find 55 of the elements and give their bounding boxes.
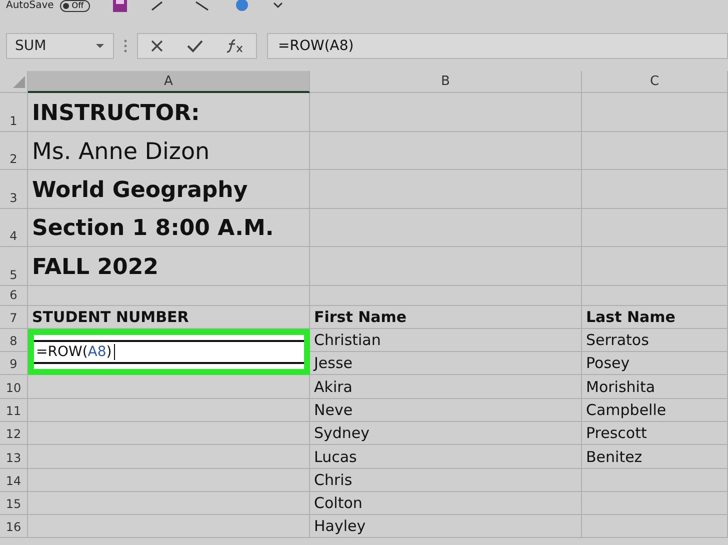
row-header[interactable]: 9 [0, 352, 28, 376]
empty-cell[interactable] [582, 492, 728, 516]
table-cell: Posey [586, 354, 630, 374]
title-cell-text: FALL 2022 [32, 254, 158, 282]
empty-cell[interactable] [582, 208, 728, 247]
empty-cell[interactable] [582, 170, 728, 208]
empty-cell[interactable] [582, 93, 728, 132]
autosave-toggle[interactable]: Off [60, 0, 90, 12]
column-header[interactable]: B [310, 71, 582, 93]
formula-input[interactable]: =ROW(A8) [267, 33, 728, 59]
empty-cell[interactable] [28, 515, 310, 538]
column-header[interactable]: C [582, 71, 728, 93]
table-cell: Morishita [586, 378, 656, 397]
table-cell: Sydney [314, 424, 370, 444]
empty-cell[interactable] [28, 398, 310, 422]
table-cell: Serratos [586, 331, 649, 350]
grip-icon [124, 39, 127, 53]
table-cell: Hayley [314, 517, 366, 536]
empty-cell[interactable] [28, 492, 310, 516]
table-cell: Colton [314, 494, 362, 514]
table-cell: Campbelle [586, 400, 666, 420]
name-box[interactable]: SUM [6, 33, 114, 59]
header-cell: Last Name [586, 308, 676, 327]
table-cell: Akira [314, 378, 352, 397]
empty-cell[interactable] [28, 286, 310, 306]
function-icon[interactable] [226, 39, 244, 53]
select-all-triangle-icon[interactable] [13, 76, 25, 88]
autosave-label: AutoSave [6, 0, 54, 12]
table-cell: Benitez [586, 448, 642, 467]
title-cell-text: Ms. Anne Dizon [32, 138, 210, 167]
header-cell: STUDENT NUMBER [32, 308, 189, 327]
empty-cell[interactable] [582, 247, 728, 286]
save-icon[interactable] [112, 0, 128, 12]
cancel-icon[interactable] [150, 39, 164, 53]
checkmark-icon[interactable] [186, 39, 203, 53]
column-header[interactable]: A [28, 71, 310, 93]
cell-editor[interactable]: =ROW(A8) [34, 340, 304, 364]
table-cell: Christian [314, 331, 381, 350]
empty-cell[interactable] [28, 422, 310, 446]
empty-cell[interactable] [28, 375, 310, 399]
header-cell: First Name [314, 308, 407, 327]
empty-cell[interactable] [582, 515, 728, 538]
title-cell-text: INSTRUCTOR: [32, 100, 200, 128]
table-cell: Prescott [586, 424, 647, 444]
table-cell: Lucas [314, 448, 357, 467]
empty-cell[interactable] [28, 468, 310, 492]
empty-cell[interactable] [582, 286, 728, 306]
title-cell-text: Section 1 8:00 A.M. [32, 215, 274, 243]
title-cell-text: World Geography [32, 176, 248, 204]
table-cell: Chris [314, 470, 352, 490]
table-cell: Jesse [314, 354, 353, 374]
empty-cell[interactable] [28, 445, 310, 469]
empty-cell[interactable] [582, 132, 728, 170]
empty-cell[interactable] [582, 468, 728, 492]
table-cell: Neve [314, 400, 353, 420]
